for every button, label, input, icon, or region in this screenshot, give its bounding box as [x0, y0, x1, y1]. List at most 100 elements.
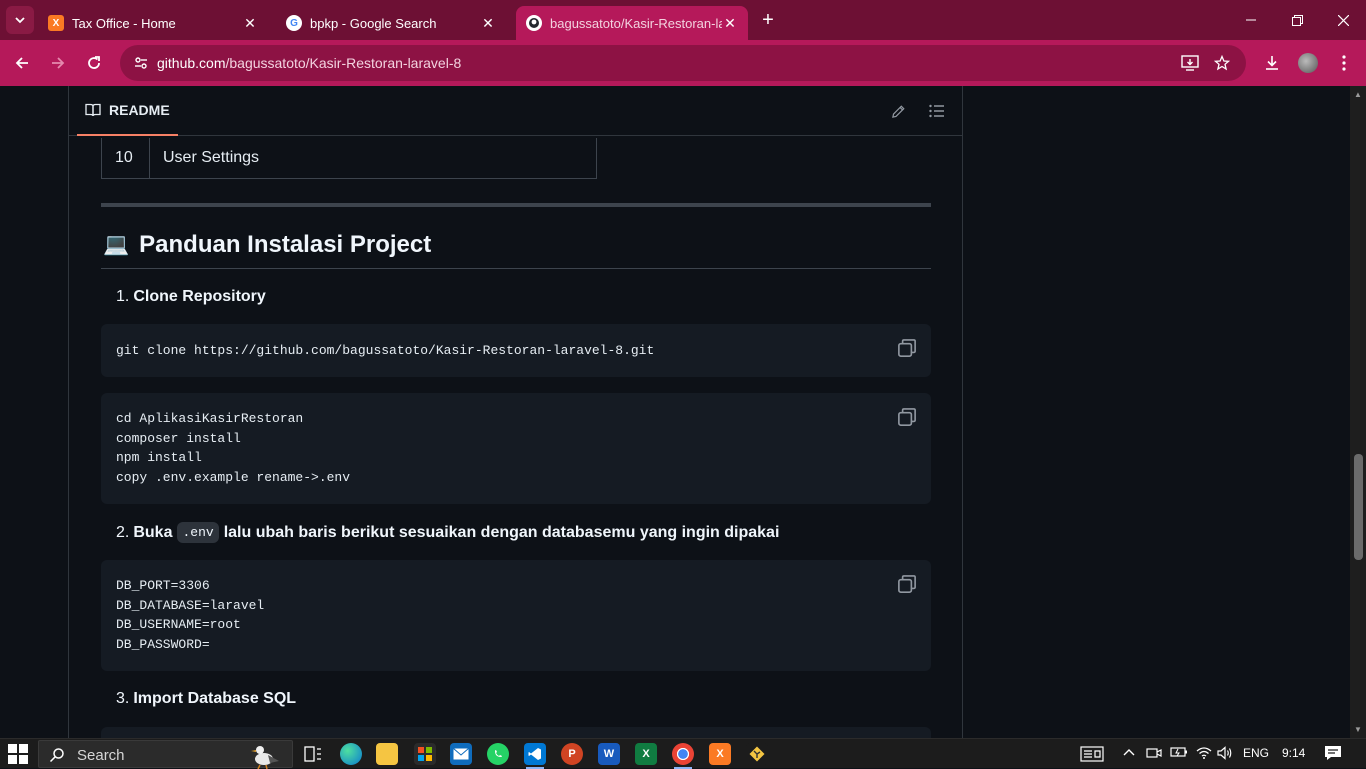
code-text[interactable]: DB_PORT=3306 DB_DATABASE=laravel DB_USER…: [116, 576, 264, 655]
close-icon[interactable]: ✕: [480, 15, 496, 31]
powerpoint-icon[interactable]: P: [561, 743, 583, 765]
edge-icon[interactable]: [340, 743, 362, 765]
profile-button[interactable]: [1294, 49, 1322, 77]
divider: [101, 203, 931, 207]
step-import-database: 3. Import Database SQL: [116, 690, 296, 708]
arrow-left-icon: [15, 57, 28, 69]
heading-underline: [101, 268, 931, 269]
tab-tax-office[interactable]: X Tax Office - Home ✕: [38, 6, 268, 40]
battery-icon[interactable]: [1170, 746, 1188, 761]
step-number: 3.: [116, 690, 130, 707]
code-text[interactable]: git clone https://github.com/bagussatoto…: [116, 341, 654, 361]
file-explorer-icon[interactable]: [376, 743, 398, 765]
system-clock[interactable]: 9:14: [1282, 746, 1305, 760]
xampp-icon: X: [48, 15, 64, 31]
tab-search-button[interactable]: [6, 6, 34, 34]
chevron-up-icon[interactable]: [1123, 746, 1135, 760]
git-icon[interactable]: [746, 743, 768, 765]
code-block-install: cd AplikasiKasirRestoran composer instal…: [101, 393, 931, 504]
site-info-icon[interactable]: [132, 54, 150, 72]
outline-button[interactable]: [926, 100, 948, 122]
excel-icon[interactable]: X: [635, 743, 657, 765]
tab-google-search[interactable]: G bpkp - Google Search ✕: [276, 6, 506, 40]
step-label: Clone Repository: [133, 288, 266, 305]
readme-tab-label: README: [109, 102, 170, 118]
language-indicator[interactable]: ENG: [1243, 746, 1269, 760]
camera-icon[interactable]: [1146, 746, 1162, 763]
table-cell-feature: User Settings: [163, 149, 260, 166]
page-scrollbar[interactable]: ▲ ▼: [1350, 86, 1366, 738]
task-view-icon[interactable]: [302, 743, 324, 765]
copy-icon[interactable]: [897, 574, 917, 594]
volume-icon[interactable]: [1217, 746, 1233, 763]
close-icon[interactable]: ✕: [242, 15, 258, 31]
code-block-env: DB_PORT=3306 DB_DATABASE=laravel DB_USER…: [101, 560, 931, 671]
step-clone-repository: 1. Clone Repository: [116, 288, 266, 306]
tab-readme[interactable]: README: [77, 86, 178, 136]
scroll-up-arrow-icon[interactable]: ▲: [1354, 90, 1362, 99]
github-icon: [526, 15, 542, 31]
address-bar[interactable]: github.com/bagussatoto/Kasir-Restoran-la…: [120, 45, 1246, 81]
mail-icon[interactable]: [450, 743, 472, 765]
restore-button[interactable]: [1274, 0, 1320, 40]
windows-start-icon[interactable]: [8, 744, 28, 764]
edit-readme-button[interactable]: [887, 100, 909, 122]
code-block-clone: git clone https://github.com/bagussatoto…: [101, 324, 931, 377]
close-window-button[interactable]: [1320, 0, 1366, 40]
back-button[interactable]: [8, 49, 36, 77]
more-vertical-icon: [1342, 55, 1346, 71]
tab-github-repo[interactable]: bagussatoto/Kasir-Restoran-laravel-8 ✕: [516, 6, 748, 40]
table-row: 10 User Settings: [101, 138, 597, 179]
tab-title: Tax Office - Home: [72, 15, 176, 31]
forward-button[interactable]: [44, 49, 72, 77]
download-icon: [1266, 56, 1278, 70]
minimize-button[interactable]: [1228, 0, 1274, 40]
step-label: Import Database SQL: [133, 690, 297, 707]
search-highlight-bird-icon: [251, 746, 279, 769]
vscode-icon[interactable]: [524, 743, 546, 769]
search-icon: [49, 748, 64, 763]
scroll-thumb[interactable]: [1354, 454, 1363, 560]
step-number: 2.: [116, 523, 130, 541]
heading-text: Panduan Instalasi Project: [139, 231, 432, 258]
code-block-sql: [101, 727, 931, 738]
restore-icon: [1291, 14, 1303, 26]
wifi-icon[interactable]: [1196, 746, 1212, 763]
section-heading: 💻 Panduan Instalasi Project: [103, 231, 431, 259]
tab-title: bagussatoto/Kasir-Restoran-laravel-8: [550, 15, 722, 31]
url-text[interactable]: github.com/bagussatoto/Kasir-Restoran-la…: [157, 55, 461, 71]
downloads-button[interactable]: [1258, 49, 1286, 77]
news-widget-icon[interactable]: [1080, 746, 1104, 765]
taskbar-search-box[interactable]: Search: [38, 740, 293, 769]
copy-icon[interactable]: [897, 338, 917, 358]
bookmark-star-icon[interactable]: [1212, 53, 1232, 73]
reload-button[interactable]: [80, 49, 108, 77]
readme-header: README: [69, 86, 962, 136]
xampp-icon[interactable]: X: [709, 743, 731, 765]
word-icon[interactable]: W: [598, 743, 620, 765]
close-icon[interactable]: ✕: [722, 15, 738, 31]
browser-menu-button[interactable]: [1330, 49, 1358, 77]
code-text[interactable]: cd AplikasiKasirRestoran composer instal…: [116, 409, 350, 488]
tab-title: bpkp - Google Search: [310, 15, 437, 31]
scroll-down-arrow-icon[interactable]: ▼: [1354, 725, 1362, 734]
copy-icon[interactable]: [897, 407, 917, 427]
whatsapp-icon[interactable]: [487, 743, 509, 765]
url-path: /bagussatoto/Kasir-Restoran-laravel-8: [225, 55, 462, 71]
page-content: README 10 User Settings 💻 Panduan Instal…: [0, 86, 1366, 738]
book-icon: [85, 103, 101, 117]
new-tab-button[interactable]: +: [756, 8, 780, 32]
step-label-after: lalu ubah baris berikut sesuaikan dengan…: [223, 523, 780, 541]
tab-strip: X Tax Office - Home ✕ G bpkp - Google Se…: [0, 0, 1366, 40]
pencil-icon: [891, 104, 905, 118]
arrow-right-icon: [52, 57, 65, 69]
install-app-icon[interactable]: [1180, 53, 1200, 73]
inline-code: .env: [177, 522, 219, 543]
table-cell-number: 10: [102, 138, 150, 178]
step-number: 1.: [116, 288, 130, 305]
notification-icon[interactable]: [1324, 745, 1342, 764]
chrome-icon[interactable]: [672, 743, 694, 769]
microsoft-store-icon[interactable]: [414, 743, 436, 765]
readme-panel: README 10 User Settings 💻 Panduan Instal…: [68, 86, 963, 738]
avatar: [1298, 53, 1318, 73]
